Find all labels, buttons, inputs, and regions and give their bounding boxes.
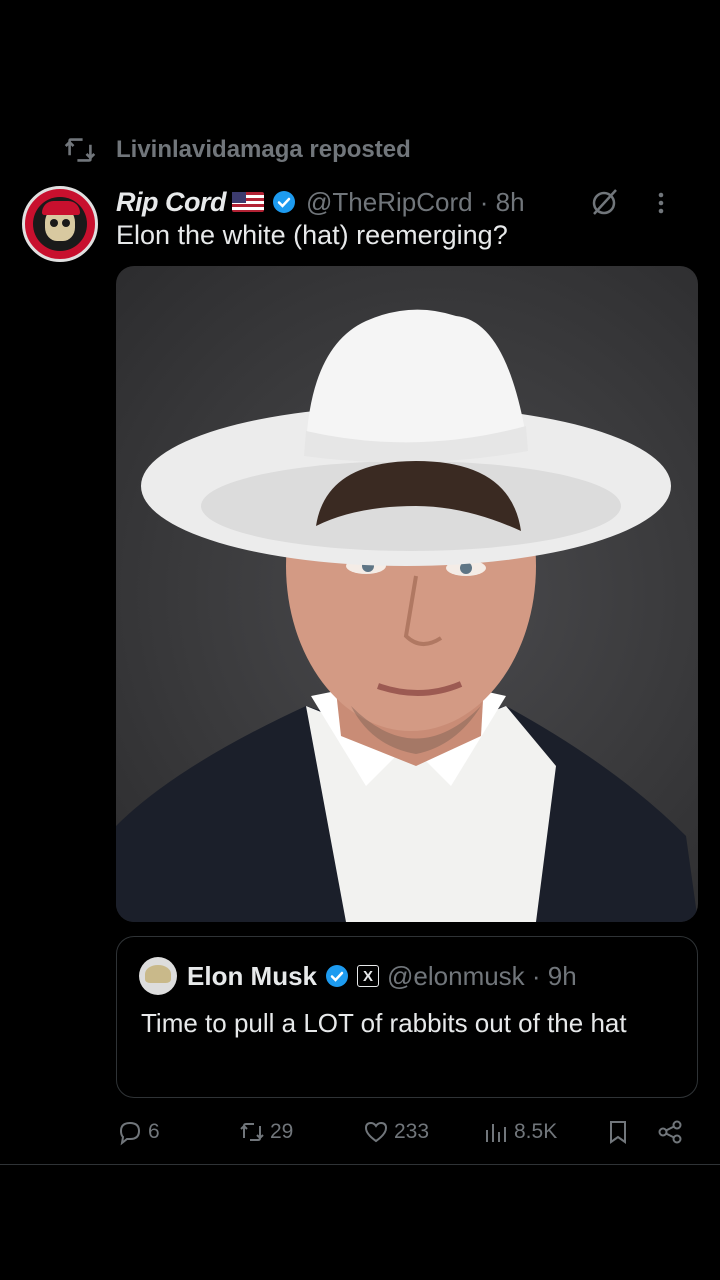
views-icon [486, 1124, 506, 1142]
divider [0, 1164, 720, 1165]
x-affiliation-icon: X [357, 965, 380, 987]
tweet-header: Rip Cord @TheRipCord · 8h [116, 182, 700, 222]
repost-count: 29 [270, 1120, 294, 1143]
repost-icon [240, 1123, 264, 1141]
grok-icon[interactable] [588, 186, 620, 218]
quote-text: Time to pull a LOT of rabbits out of the… [141, 1008, 627, 1038]
quote-header: Elon Musk X @elonmusk · 9h [139, 957, 577, 995]
cap-icon [42, 201, 80, 215]
more-icon[interactable] [646, 188, 676, 218]
bookmark-icon [610, 1121, 626, 1144]
share-icon [658, 1120, 682, 1144]
reply-icon [119, 1121, 141, 1146]
tweet-text: Elon the white (hat) reemerging? [116, 220, 508, 250]
verified-badge-icon [273, 191, 295, 213]
heart-icon [364, 1121, 388, 1143]
repost-icon [64, 138, 96, 162]
skull-eye-right [62, 219, 70, 227]
bookmark-button[interactable] [604, 1114, 632, 1150]
quoted-tweet[interactable]: Elon Musk X @elonmusk · 9h Time to pull … [116, 936, 698, 1098]
share-button[interactable] [656, 1114, 684, 1150]
author-name[interactable]: Rip Cord [116, 187, 227, 218]
quote-author-name: Elon Musk [187, 960, 318, 991]
portrait-illustration [116, 309, 698, 922]
reply-count: 6 [148, 1120, 160, 1143]
tweet-image[interactable] [116, 266, 698, 922]
author-avatar[interactable] [22, 186, 98, 262]
views-button[interactable]: 8.5K [482, 1114, 557, 1150]
quote-handle-time: @elonmusk · 9h [387, 960, 577, 991]
author-handle-time[interactable]: @TheRipCord · 8h [306, 187, 525, 218]
reply-button[interactable]: 6 [116, 1114, 160, 1150]
like-count: 233 [394, 1120, 430, 1143]
views-count: 8.5K [514, 1120, 558, 1143]
repost-indicator[interactable]: Livinlavidamaga reposted [64, 136, 411, 164]
verified-badge-icon [326, 965, 349, 987]
repost-text[interactable]: Livinlavidamaga reposted [116, 136, 411, 164]
like-button[interactable]: 233 [362, 1114, 429, 1150]
action-bar: 6 29 233 8.5K [116, 1114, 698, 1150]
us-flag-icon [232, 192, 264, 212]
quote-avatar[interactable] [139, 957, 177, 995]
repost-button[interactable]: 29 [238, 1114, 293, 1150]
skull-eye-left [50, 219, 58, 227]
